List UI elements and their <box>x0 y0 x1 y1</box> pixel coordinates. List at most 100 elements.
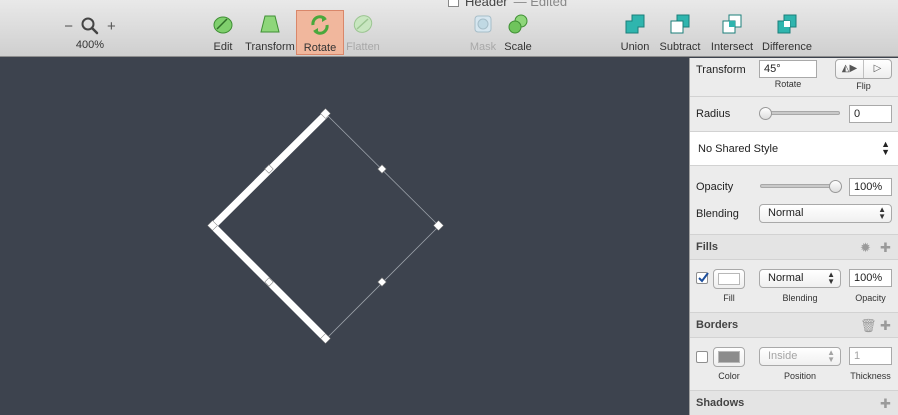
border-color-button[interactable] <box>713 347 745 367</box>
chevron-shape[interactable] <box>208 111 329 342</box>
thickness-caption: Thickness <box>850 371 891 381</box>
subtract-button[interactable]: Subtract <box>658 12 702 56</box>
radius-slider-knob[interactable] <box>759 107 772 120</box>
select-arrows-icon: ▲ ▼ <box>827 348 835 364</box>
fills-title: Fills <box>696 241 719 253</box>
mask-tool-button[interactable]: Mask <box>470 12 496 56</box>
blending-value: Normal <box>768 207 804 219</box>
transform-label: Transform <box>696 64 746 76</box>
shadows-section-header: Shadows ✚ <box>690 390 898 415</box>
flatten-tool-button[interactable]: Flatten <box>346 12 380 56</box>
divider <box>690 96 898 97</box>
subtract-icon <box>670 14 690 34</box>
intersect-icon <box>722 14 742 34</box>
difference-icon <box>777 14 797 34</box>
intersect-button[interactable]: Intersect <box>710 12 754 56</box>
mask-icon <box>474 15 492 33</box>
opacity-slider[interactable] <box>760 184 838 188</box>
fill-color-swatch <box>718 273 740 285</box>
radius-slider[interactable] <box>762 111 840 115</box>
fill-checkbox[interactable] <box>696 272 709 284</box>
checkmark-icon <box>698 272 709 283</box>
scale-tool-button[interactable]: Scale <box>504 12 532 56</box>
mask-label: Mask <box>469 41 497 53</box>
difference-label: Difference <box>762 41 812 53</box>
fills-section-header: Fills ✹ ✚ <box>690 234 898 260</box>
flip-horizontal-icon[interactable]: ◭▶ <box>836 60 863 78</box>
blending-label: Blending <box>696 208 739 220</box>
border-checkbox[interactable] <box>696 351 708 363</box>
scale-label: Scale <box>504 41 532 53</box>
rotate-tool-button[interactable]: Rotate <box>296 10 344 55</box>
zoom-out-button[interactable]: − <box>64 19 73 34</box>
select-arrows-icon: ▲ ▼ <box>878 205 886 221</box>
union-button[interactable]: Union <box>620 12 650 56</box>
opacity-slider-knob[interactable] <box>829 180 842 193</box>
selection-bounds <box>212 113 440 340</box>
zoom-in-button[interactable]: + <box>107 19 116 34</box>
gear-icon[interactable]: ✹ <box>860 241 871 254</box>
canvas-artwork <box>207 108 444 344</box>
blending-select[interactable]: Normal ▲ ▼ <box>759 204 892 223</box>
blending-caption: Blending <box>782 293 818 303</box>
add-fill-icon[interactable]: ✚ <box>880 241 891 254</box>
handle-bottom-right-mid[interactable] <box>377 277 387 287</box>
position-caption: Position <box>783 371 817 381</box>
edit-tool-button[interactable]: Edit <box>212 12 234 56</box>
border-color-swatch <box>718 351 740 363</box>
border-thickness-field[interactable]: 1 <box>849 347 892 365</box>
fill-color-button[interactable] <box>713 269 745 289</box>
fill-blending-select[interactable]: Normal ▲ ▼ <box>759 269 841 288</box>
flip-caption: Flip <box>856 81 871 91</box>
fill-caption: Fill <box>723 293 735 303</box>
borders-section-header: Borders 🗑 ✚ <box>690 312 898 338</box>
zoom-control: − + 400% <box>60 16 120 51</box>
trash-icon[interactable]: 🗑 <box>860 319 877 332</box>
select-arrows-icon: ▲ ▼ <box>881 139 890 157</box>
opacity-field[interactable]: 100% <box>849 178 892 196</box>
borders-title: Borders <box>696 319 739 331</box>
fill-opacity-field[interactable]: 100% <box>849 269 892 287</box>
difference-button[interactable]: Difference <box>762 12 812 56</box>
magnifier-icon[interactable] <box>81 17 99 35</box>
opacity-caption: Opacity <box>855 293 886 303</box>
canvas[interactable] <box>0 58 689 415</box>
radius-field[interactable]: 0 <box>849 105 892 123</box>
flip-vertical-icon[interactable]: ▷ <box>863 60 891 78</box>
add-shadow-icon[interactable]: ✚ <box>880 397 891 410</box>
transform-label: Transform <box>245 41 295 53</box>
rotate-label: Rotate <box>303 42 337 54</box>
toolbar: Header — Edited − + 400% Edit Transform <box>0 0 898 57</box>
flip-control: ◭▶ ▷ <box>835 59 892 79</box>
transform-tool-button[interactable]: Transform <box>245 12 295 56</box>
color-caption: Color <box>718 371 740 381</box>
border-position-select[interactable]: Inside ▲ ▼ <box>759 347 841 366</box>
intersect-label: Intersect <box>710 41 754 53</box>
border-position-value: Inside <box>768 350 798 362</box>
rotate-field[interactable]: 45° <box>759 60 817 78</box>
union-icon <box>625 14 645 34</box>
select-arrows-icon: ▲ ▼ <box>827 270 835 286</box>
transform-icon <box>260 15 280 33</box>
flatten-icon <box>353 15 373 33</box>
edit-icon <box>213 16 233 34</box>
opacity-label: Opacity <box>696 181 734 193</box>
shared-style-select[interactable]: No Shared Style ▲ ▼ <box>690 131 898 166</box>
scale-icon <box>508 14 528 34</box>
document-title: Header — Edited <box>448 0 567 9</box>
subtract-label: Subtract <box>659 41 701 53</box>
rotate-caption: Rotate <box>774 79 802 89</box>
edit-label: Edit <box>213 41 233 53</box>
selection-handles <box>207 108 444 344</box>
document-icon <box>448 0 459 7</box>
union-label: Union <box>620 41 650 53</box>
fill-blending-value: Normal <box>768 272 804 284</box>
zoom-level: 400% <box>75 39 105 51</box>
radius-label: Radius <box>696 108 731 120</box>
shared-style-value: No Shared Style <box>698 143 779 155</box>
document-name: Header <box>465 0 508 9</box>
add-border-icon[interactable]: ✚ <box>880 319 891 332</box>
rotate-icon <box>311 15 329 35</box>
shadows-title: Shadows <box>696 397 745 409</box>
document-status: — Edited <box>513 0 568 9</box>
